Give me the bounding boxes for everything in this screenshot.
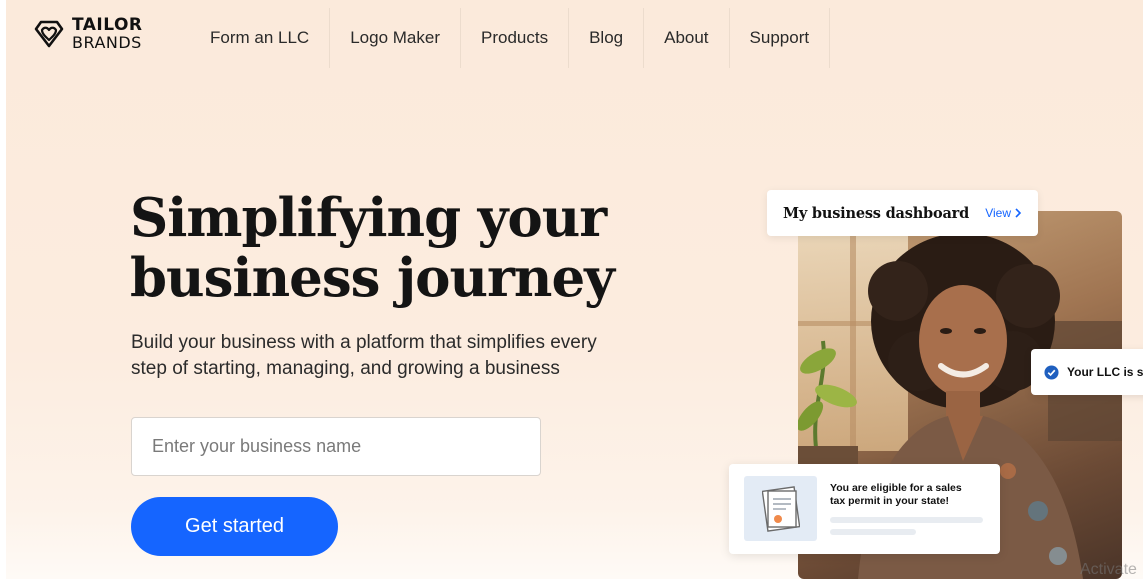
dashboard-view-link[interactable]: View: [985, 206, 1022, 220]
page-edge: [0, 0, 6, 579]
hero-subtitle-line-1: Build your business with a platform that…: [131, 332, 597, 353]
tax-placeholder-bar: [830, 529, 916, 535]
tax-permit-text: You are eligible for a sales tax permit …: [830, 482, 990, 508]
main-nav: Form an LLC Logo Maker Products Blog Abo…: [190, 8, 831, 68]
nav-support[interactable]: Support: [730, 8, 831, 68]
dashboard-view-label: View: [985, 206, 1011, 220]
get-started-button[interactable]: Get started: [131, 497, 338, 556]
nav-products[interactable]: Products: [461, 8, 570, 68]
tax-permit-card: You are eligible for a sales tax permit …: [729, 464, 1000, 554]
hero-subtitle: Build your business with a platform that…: [131, 330, 631, 382]
logo-line-2: BRANDS: [72, 33, 142, 52]
dashboard-card: My business dashboard View: [767, 190, 1038, 236]
tax-permit-line-2: tax permit in your state!: [830, 495, 950, 507]
nav-blog[interactable]: Blog: [569, 8, 645, 68]
tailor-brands-logo-icon: [34, 20, 64, 48]
llc-status-text: Your LLC is su: [1067, 365, 1143, 379]
hero-subtitle-line-2: step of starting, managing, and growing …: [131, 358, 560, 379]
tax-permit-thumbnail: [744, 476, 817, 541]
hero-title-line-2: business journey: [130, 247, 615, 309]
hero-title-line-1: Simplifying your: [130, 187, 607, 249]
dashboard-card-title: My business dashboard: [783, 204, 970, 222]
activate-watermark: Activate: [1080, 561, 1137, 578]
nav-about[interactable]: About: [644, 8, 730, 68]
brand-logo[interactable]: TAILOR BRANDS: [32, 17, 143, 51]
check-circle-icon: [1044, 364, 1059, 380]
certificate-icon: [762, 486, 800, 532]
logo-line-1: TAILOR: [72, 15, 143, 35]
chevron-right-icon: [1015, 208, 1022, 218]
nav-logo-maker[interactable]: Logo Maker: [330, 8, 461, 68]
nav-form-llc[interactable]: Form an LLC: [190, 8, 331, 68]
llc-status-card: Your LLC is su: [1031, 349, 1143, 395]
tax-placeholder-bar: [830, 517, 983, 523]
site-header: TAILOR BRANDS Form an LLC Logo Maker Pro…: [0, 0, 1143, 68]
hero-title: Simplifying your business journey: [130, 188, 650, 308]
tax-permit-line-1: You are eligible for a sales: [830, 482, 962, 494]
business-name-input[interactable]: [131, 417, 541, 476]
